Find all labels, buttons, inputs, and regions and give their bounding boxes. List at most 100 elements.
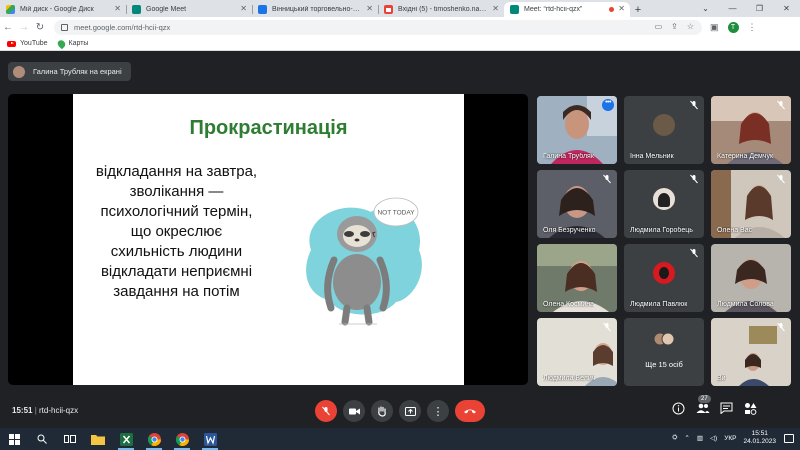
participant-tile[interactable]: ••• Галина Трубляк <box>537 96 617 164</box>
keyboard-language[interactable]: УКР <box>724 435 736 442</box>
participant-tile[interactable]: Оля Безрученко <box>537 170 617 238</box>
camera-icon <box>348 408 360 414</box>
close-tab-icon[interactable]: ✕ <box>114 4 121 13</box>
participant-tile[interactable]: Людмила Горобець <box>624 170 704 238</box>
participant-tile[interactable]: Олена Вас <box>711 170 791 238</box>
mic-off-icon <box>690 100 698 110</box>
participant-name: Оля Безрученко <box>543 227 596 234</box>
reload-icon[interactable]: ↻ <box>32 22 48 33</box>
close-window-icon[interactable]: ✕ <box>773 0 800 17</box>
close-tab-icon[interactable]: ✕ <box>492 4 499 13</box>
search-button[interactable] <box>28 428 56 450</box>
bookmark-maps[interactable]: Карты <box>55 38 88 49</box>
participant-name: Інна Мельник <box>630 153 674 160</box>
slide-line: схильність людини <box>110 243 243 260</box>
bookmark-youtube[interactable]: YouTube <box>7 40 48 47</box>
camera-toggle-button[interactable] <box>343 400 365 422</box>
slide-line: зволікання — <box>129 183 224 200</box>
volume-icon[interactable]: ◁) <box>710 434 717 442</box>
window-controls: ⌄ — ❐ ✕ <box>692 0 800 17</box>
participant-tile[interactable]: Людмила Солова <box>711 244 791 312</box>
tab-meet-call[interactable]: Meet: “rtd-hcii-qzx” ✕ <box>504 2 630 17</box>
raise-hand-button[interactable] <box>371 400 393 422</box>
chrome-button[interactable] <box>168 428 196 450</box>
notifications-icon[interactable] <box>784 434 794 443</box>
microphone-toggle-button[interactable] <box>315 400 337 422</box>
participant-name: Людмила Павлюк <box>630 301 688 308</box>
word-button[interactable] <box>196 428 224 450</box>
maximize-icon[interactable]: ❐ <box>746 0 773 17</box>
people-button[interactable]: 27 <box>696 395 711 416</box>
participant-name: Галина Трубляк <box>543 153 594 160</box>
close-tab-icon[interactable]: ✕ <box>240 4 247 13</box>
share-icon[interactable]: ⇪ <box>671 22 678 31</box>
chat-button[interactable] <box>720 402 734 416</box>
avatar <box>653 114 675 136</box>
tab-google-meet[interactable]: Google Meet ✕ <box>126 2 252 17</box>
close-tab-icon[interactable]: ✕ <box>618 4 625 13</box>
user-icon[interactable]: ⛭ <box>672 434 677 442</box>
tab-title: Мій диск - Google Диск <box>20 6 94 13</box>
menu-kebab-icon[interactable]: ⋮ <box>748 22 757 33</box>
windows-start-button[interactable] <box>0 428 28 450</box>
participant-tile[interactable]: Інна Мельник <box>624 96 704 164</box>
participant-tile[interactable]: Людмила Велич <box>537 318 617 386</box>
sloth-illustration: NOT TODAY <box>306 197 422 326</box>
profile-avatar[interactable]: T <box>727 21 739 33</box>
clock[interactable]: 15:51 24.01.2023 <box>743 430 776 446</box>
file-explorer-button[interactable] <box>84 428 112 450</box>
more-options-button[interactable]: ⋮ <box>427 400 449 422</box>
bookmark-label: YouTube <box>20 40 48 47</box>
leave-call-button[interactable] <box>455 400 485 422</box>
address-bar[interactable]: meet.google.com/rtd-hcii-qzx ▭ ⇪ ☆ <box>54 19 702 35</box>
gmail-icon <box>384 5 393 14</box>
tab-google-drive[interactable]: Мій диск - Google Диск ✕ <box>0 2 126 17</box>
network-icon[interactable]: ▥ <box>697 434 703 442</box>
present-screen-icon <box>404 406 416 416</box>
tab-vtei[interactable]: Вінницький торговельно-еконо… ✕ <box>252 2 378 17</box>
self-view-tile[interactable]: Ви <box>711 318 791 386</box>
avatar <box>13 65 25 78</box>
forward-icon[interactable]: → <box>16 22 32 33</box>
task-view-button[interactable] <box>56 428 84 450</box>
tab-search-icon[interactable]: ▣ <box>710 22 719 33</box>
more-participants-tile[interactable]: Ще 15 осіб <box>624 318 704 386</box>
meeting-details-button[interactable] <box>672 402 686 416</box>
tab-title: Google Meet <box>146 6 187 13</box>
hang-up-icon <box>464 409 476 414</box>
excel-button[interactable] <box>112 428 140 450</box>
participant-tile[interactable]: Олена Космина <box>537 244 617 312</box>
activities-button[interactable] <box>744 402 758 416</box>
current-time: 15:51 <box>12 406 33 415</box>
participant-name: Олена Вас <box>717 227 753 234</box>
slide-line: що окреслює <box>130 223 223 240</box>
chevron-down-icon[interactable]: ⌄ <box>692 0 719 17</box>
present-now-button[interactable] <box>399 400 421 422</box>
browser-tab-strip: Мій диск - Google Диск ✕ Google Meet ✕ В… <box>0 0 800 17</box>
presentation-stage[interactable]: Прокрастинація відкладання на завтра, зв… <box>8 94 528 385</box>
mic-off-icon <box>322 406 330 416</box>
minimize-icon[interactable]: — <box>719 0 746 17</box>
slide-line: психологічний термін, <box>100 203 253 220</box>
slide-line: відкладати неприємні <box>100 263 253 280</box>
new-tab-button[interactable]: + <box>630 2 646 17</box>
youtube-icon <box>7 40 16 47</box>
bookmark-star-icon[interactable]: ☆ <box>687 22 694 31</box>
chevron-up-icon[interactable]: ⌃ <box>684 434 689 442</box>
chrome-button[interactable] <box>140 428 168 450</box>
more-options-icon[interactable]: ••• <box>602 99 614 111</box>
site-icon <box>258 5 267 14</box>
tab-title: Вхідні (5) - timoshenko.natalia@… <box>398 6 488 13</box>
folder-icon <box>91 434 105 445</box>
word-icon <box>203 432 217 446</box>
presenter-label: Галина Трубляк на екрані <box>33 67 122 76</box>
back-icon[interactable]: ← <box>0 22 16 33</box>
meeting-code: rtd-hcii-qzx <box>39 406 79 415</box>
participant-avatars-stack <box>653 332 675 346</box>
close-tab-icon[interactable]: ✕ <box>366 4 373 13</box>
tab-gmail[interactable]: Вхідні (5) - timoshenko.natalia@… ✕ <box>378 2 504 17</box>
participant-tile[interactable]: Людмила Павлюк <box>624 244 704 312</box>
lock-icon[interactable] <box>61 23 68 31</box>
camera-permission-icon[interactable]: ▭ <box>655 22 663 31</box>
participant-tile[interactable]: Катерина Демчук <box>711 96 791 164</box>
